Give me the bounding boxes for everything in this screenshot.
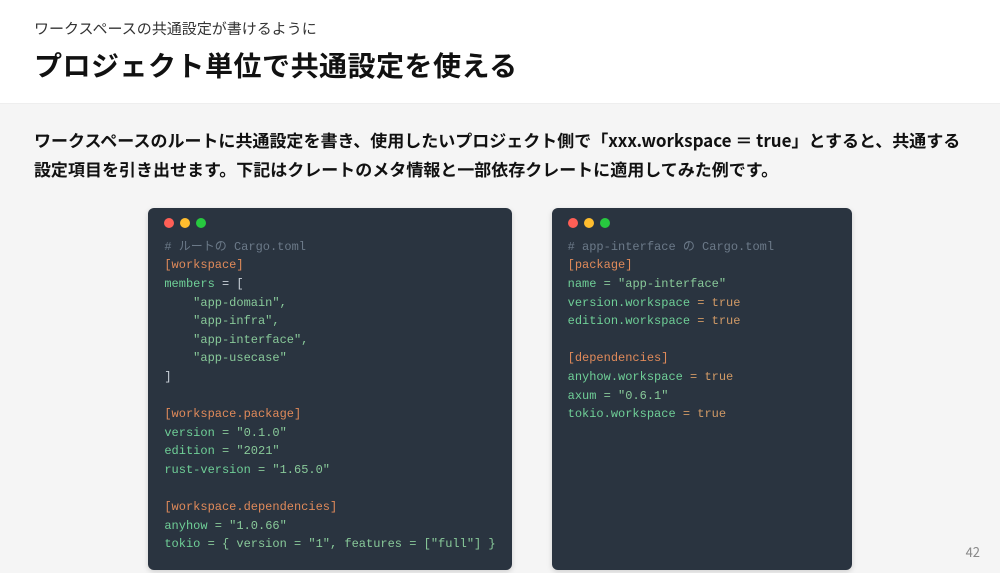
code-line: tokio.workspace = true: [568, 405, 836, 424]
code-line: "app-interface",: [164, 331, 495, 350]
maximize-icon: [600, 218, 610, 228]
slide-header: ワークスペースの共通設定が書けるように プロジェクト単位で共通設定を使える: [0, 0, 1000, 104]
code-line: "app-domain",: [164, 294, 495, 313]
code-line: "app-usecase": [164, 349, 495, 368]
slide-subtitle: ワークスペースの共通設定が書けるように: [34, 18, 966, 39]
code-line: # ルートの Cargo.toml: [164, 238, 495, 257]
page-number: 42: [966, 542, 980, 561]
code-line: axum = "0.6.1": [568, 387, 836, 406]
code-line: [workspace]: [164, 256, 495, 275]
code-line: anyhow = "1.0.66": [164, 517, 495, 536]
maximize-icon: [196, 218, 206, 228]
close-icon: [164, 218, 174, 228]
slide-title: プロジェクト単位で共通設定を使える: [34, 45, 966, 85]
code-line: [164, 387, 495, 406]
code-block-app-interface: # app-interface の Cargo.toml [package] n…: [552, 208, 852, 570]
window-controls: [164, 218, 495, 228]
code-line: members = [: [164, 275, 495, 294]
code-line: [workspace.dependencies]: [164, 498, 495, 517]
code-line: edition.workspace = true: [568, 312, 836, 331]
code-line: version.workspace = true: [568, 294, 836, 313]
code-line: [package]: [568, 256, 836, 275]
code-line: edition = "2021": [164, 442, 495, 461]
slide: ワークスペースの共通設定が書けるように プロジェクト単位で共通設定を使える ワー…: [0, 0, 1000, 573]
code-line: [568, 331, 836, 350]
code-line: # app-interface の Cargo.toml: [568, 238, 836, 257]
window-controls: [568, 218, 836, 228]
code-line: rust-version = "1.65.0": [164, 461, 495, 480]
lead-paragraph: ワークスペースのルートに共通設定を書き、使用したいプロジェクト側で「xxx.wo…: [34, 126, 966, 184]
code-line: tokio = { version = "1", features = ["fu…: [164, 535, 495, 554]
slide-body: ワークスペースのルートに共通設定を書き、使用したいプロジェクト側で「xxx.wo…: [0, 104, 1000, 570]
code-line: ]: [164, 368, 495, 387]
code-line: [dependencies]: [568, 349, 836, 368]
code-block-root-cargo: # ルートの Cargo.toml [workspace] members = …: [148, 208, 511, 570]
code-line: name = "app-interface": [568, 275, 836, 294]
code-row: # ルートの Cargo.toml [workspace] members = …: [34, 208, 966, 570]
code-line: [workspace.package]: [164, 405, 495, 424]
code-line: "app-infra",: [164, 312, 495, 331]
code-line: anyhow.workspace = true: [568, 368, 836, 387]
minimize-icon: [180, 218, 190, 228]
code-line: version = "0.1.0": [164, 424, 495, 443]
code-line: [164, 480, 495, 499]
minimize-icon: [584, 218, 594, 228]
close-icon: [568, 218, 578, 228]
